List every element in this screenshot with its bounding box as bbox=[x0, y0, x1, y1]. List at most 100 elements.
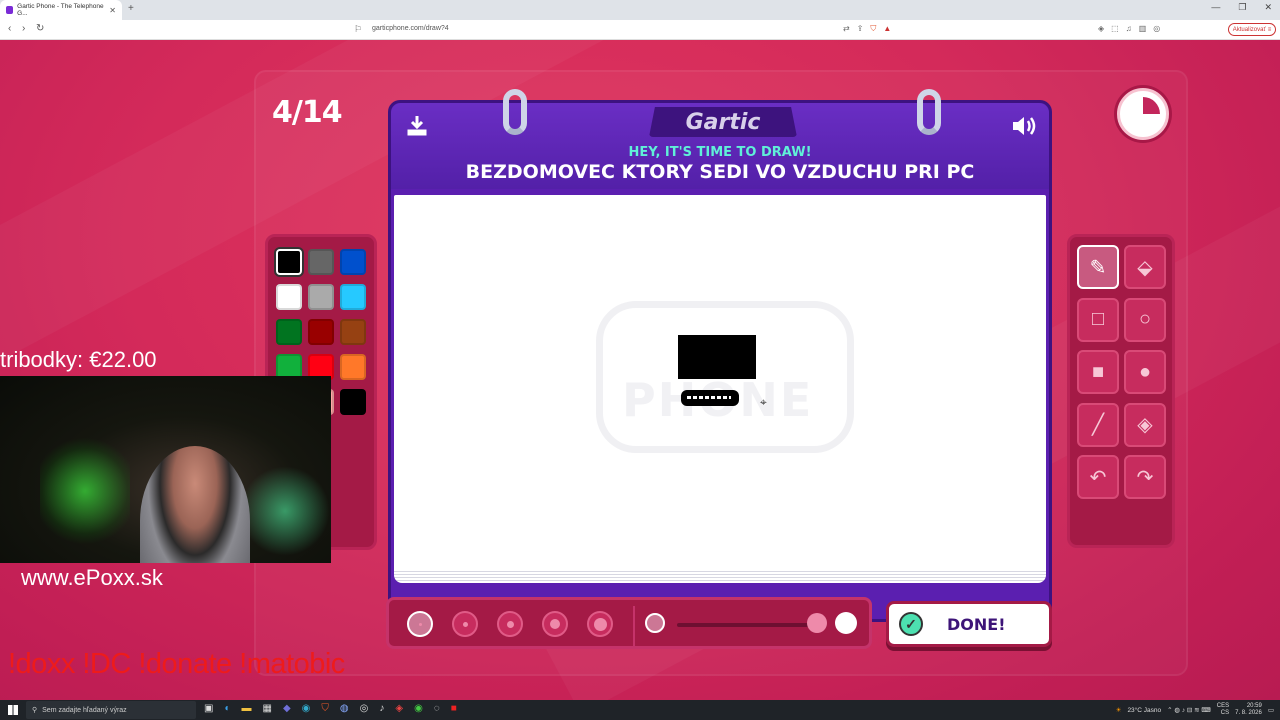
opacity-min-icon[interactable] bbox=[645, 613, 665, 633]
rectangle-outline-tool-button[interactable]: □ bbox=[1077, 297, 1119, 342]
new-tab-icon[interactable]: + bbox=[128, 3, 134, 14]
timer-icon bbox=[1117, 88, 1169, 140]
game-area: 4/14 Gartic HEY, IT'S TIME TO DRAW! BEZD… bbox=[0, 40, 1280, 700]
canvas-pages bbox=[394, 569, 1046, 583]
done-label: DONE! bbox=[947, 614, 1006, 634]
color-swatch[interactable] bbox=[340, 249, 366, 275]
sidebar-icon[interactable]: ▥ bbox=[1139, 24, 1147, 33]
check-icon: ✓ bbox=[899, 612, 923, 636]
download-icon[interactable] bbox=[405, 113, 429, 143]
circle-fill-tool-button[interactable]: ● bbox=[1124, 350, 1166, 394]
address-bar: ‹ › ↻ ⚐ garticphone.com/draw?4 ⇄ ⇪ ⛉ ▲ ◈… bbox=[0, 20, 1280, 40]
game-icon[interactable]: ◈ bbox=[395, 703, 403, 714]
fill-bucket-tool-button[interactable]: ◈ bbox=[1124, 402, 1166, 447]
donation-overlay: tribodky: €22.00 bbox=[0, 347, 157, 372]
teams-icon[interactable]: ◆ bbox=[283, 703, 291, 714]
store-icon[interactable]: ▦ bbox=[263, 703, 272, 714]
edge-dev-icon[interactable]: ◉ bbox=[302, 703, 311, 714]
taskbar-apps: ▣ ◐ ▬ ▦ ◆ ◉ ⛉ ◍ ◎ ♪ ◈ ◉ ◌ ■ bbox=[204, 703, 457, 714]
notifications-icon[interactable]: ▭ bbox=[1268, 706, 1274, 714]
close-tab-icon[interactable]: ✕ bbox=[109, 6, 116, 15]
drawing-canvas[interactable]: PHONE ⌖ bbox=[394, 195, 1046, 571]
brave-icon[interactable]: ⛉ bbox=[321, 703, 329, 714]
address-icons: ⇄ ⇪ ⛉ ▲ bbox=[843, 24, 891, 34]
color-swatch[interactable] bbox=[340, 389, 366, 415]
brush-size-button[interactable] bbox=[497, 611, 523, 637]
sound-icon[interactable] bbox=[1011, 115, 1037, 143]
minimize-icon[interactable]: — bbox=[1211, 2, 1220, 13]
binder-ring bbox=[503, 89, 527, 135]
rectangle-fill-tool-button[interactable]: ■ bbox=[1077, 350, 1119, 394]
brush-size-button[interactable] bbox=[542, 611, 568, 637]
eraser-tool-button[interactable]: ⬙ bbox=[1124, 245, 1166, 289]
drawing-prompt: BEZDOMOVEC KTORY SEDI VO VZDUCHU PRI PC bbox=[465, 161, 975, 183]
taskbar-search[interactable]: ⚲ Sem zadajte hľadaný výraz bbox=[26, 701, 196, 719]
weather-text[interactable]: 23°C Jasno bbox=[1127, 707, 1161, 714]
circle-outline-icon: ○ bbox=[1138, 308, 1152, 330]
binder-ring bbox=[917, 89, 941, 135]
forward-icon[interactable]: › bbox=[22, 23, 25, 34]
profile-icon[interactable]: ◎ bbox=[1153, 24, 1160, 33]
extensions-icon[interactable]: ⬚ bbox=[1111, 24, 1119, 33]
weather-icon: ☀ bbox=[1115, 707, 1122, 714]
chrome-icon[interactable]: ◉ bbox=[414, 703, 423, 714]
back-icon[interactable]: ‹ bbox=[8, 23, 11, 34]
color-swatch[interactable] bbox=[308, 249, 334, 275]
circle-outline-tool-button[interactable]: ○ bbox=[1124, 297, 1166, 342]
tray-icons[interactable]: ⌃ ◍ ♪ ⊟ ≋ ⌨ bbox=[1167, 706, 1211, 714]
rewards-icon[interactable]: ▲ bbox=[883, 24, 891, 34]
color-swatch[interactable] bbox=[308, 319, 334, 345]
clock[interactable]: 20:59 7. 8. 2026 bbox=[1235, 703, 1262, 717]
panel-header: Gartic HEY, IT'S TIME TO DRAW! BEZDOMOVE… bbox=[391, 89, 1049, 189]
color-swatch[interactable] bbox=[308, 284, 334, 310]
reload-icon[interactable]: ↻ bbox=[36, 23, 44, 34]
brave-shield-icon[interactable]: ⛉ bbox=[870, 24, 876, 34]
brush-size-button[interactable] bbox=[407, 611, 433, 637]
pencil-tool-button[interactable]: ✎ bbox=[1077, 245, 1119, 289]
opacity-slider-knob[interactable] bbox=[807, 613, 827, 633]
gartic-favicon-icon bbox=[6, 6, 14, 14]
undo-tool-button[interactable]: ↶ bbox=[1077, 455, 1119, 499]
redo-tool-button[interactable]: ↷ bbox=[1124, 455, 1166, 499]
taskbar: ⚲ Sem zadajte hľadaný výraz ▣ ◐ ▬ ▦ ◆ ◉ … bbox=[0, 700, 1280, 720]
steam-icon[interactable]: ◎ bbox=[360, 703, 369, 714]
windows-start-icon[interactable] bbox=[8, 705, 18, 715]
system-tray: ☀ 23°C Jasno ⌃ ◍ ♪ ⊟ ≋ ⌨ CES CS 20:59 7.… bbox=[1116, 703, 1274, 717]
browser-tab[interactable]: Gartic Phone - The Telephone G... ✕ bbox=[0, 0, 122, 20]
window-close-icon[interactable]: ✕ bbox=[1264, 2, 1272, 13]
draw-subtitle: HEY, IT'S TIME TO DRAW! bbox=[628, 145, 812, 160]
app-red-icon[interactable]: ■ bbox=[451, 703, 457, 714]
file-explorer-icon[interactable]: ▬ bbox=[242, 703, 252, 714]
restore-icon[interactable]: ❐ bbox=[1238, 2, 1246, 13]
update-button[interactable]: Aktualizovať ≡ bbox=[1228, 23, 1276, 36]
color-swatch[interactable] bbox=[276, 319, 302, 345]
wallet-icon[interactable]: ◈ bbox=[1098, 24, 1104, 33]
pencil-icon: ✎ bbox=[1089, 256, 1107, 279]
line-tool-button[interactable]: ╱ bbox=[1077, 402, 1119, 447]
brush-size-button[interactable] bbox=[452, 611, 478, 637]
opacity-max-icon[interactable] bbox=[835, 612, 857, 634]
media-icon[interactable]: ♫ bbox=[1126, 24, 1132, 33]
share-icon[interactable]: ⇪ bbox=[857, 24, 864, 34]
line-icon: ╱ bbox=[1091, 414, 1105, 436]
done-button[interactable]: ✓ DONE! bbox=[886, 601, 1052, 647]
bookmark-icon[interactable]: ⚐ bbox=[354, 24, 362, 35]
color-swatch[interactable] bbox=[340, 354, 366, 380]
brush-size-button[interactable] bbox=[587, 611, 613, 637]
circle-fill-icon: ● bbox=[1138, 360, 1152, 383]
translate-icon[interactable]: ⇄ bbox=[843, 24, 850, 34]
color-swatch[interactable] bbox=[276, 249, 302, 275]
round-counter: 4/14 bbox=[272, 95, 343, 130]
color-swatch[interactable] bbox=[340, 284, 366, 310]
color-swatch[interactable] bbox=[340, 319, 366, 345]
language-indicator[interactable]: CES CS bbox=[1217, 703, 1229, 717]
app-icon[interactable]: ◍ bbox=[340, 703, 349, 714]
opacity-slider[interactable] bbox=[677, 623, 817, 627]
edge-icon[interactable]: ◐ bbox=[224, 703, 230, 714]
color-swatch[interactable] bbox=[276, 284, 302, 310]
gartic-logo: Gartic bbox=[649, 107, 797, 137]
task-view-icon[interactable]: ▣ bbox=[204, 703, 213, 714]
obs-icon[interactable]: ◌ bbox=[434, 703, 440, 714]
url-field[interactable]: garticphone.com/draw?4 bbox=[372, 25, 449, 32]
tiktok-icon[interactable]: ♪ bbox=[379, 703, 384, 714]
